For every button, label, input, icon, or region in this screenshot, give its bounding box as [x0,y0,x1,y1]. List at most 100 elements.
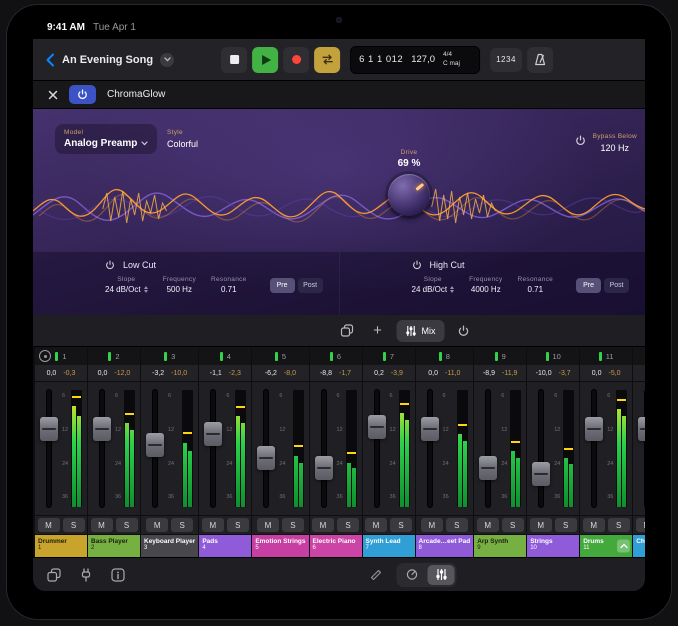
mute-button[interactable]: M [636,518,645,532]
track-name-tile[interactable]: Chorus V [633,535,645,557]
strip-values[interactable]: 0,0 -11,0 [416,365,474,382]
mute-button[interactable]: M [202,518,224,532]
solo-button[interactable]: S [390,518,412,532]
low-cut-post-button[interactable]: Post [298,278,323,293]
strip-values[interactable]: -8,8 -1,7 [310,365,362,382]
solo-button[interactable]: S [502,518,524,532]
count-in-button[interactable]: 1234 [490,48,522,72]
high-cut-post-button[interactable]: Post [604,278,629,293]
back-icon[interactable] [45,53,55,67]
mute-button[interactable]: M [146,518,168,532]
style-selector[interactable]: Style Colorful [167,129,198,149]
mute-button[interactable]: M [477,518,499,532]
duplicate-button[interactable] [335,320,359,342]
mixer-view-button[interactable] [428,565,455,585]
solo-button[interactable]: S [337,518,359,532]
track-name-tile[interactable]: Drummer 1 [35,535,87,557]
bypass-power-icon[interactable] [575,135,586,146]
low-cut-resonance[interactable]: Resonance 0.71 [211,276,247,294]
fader-cap[interactable] [532,462,550,486]
track-name-tile[interactable]: Synth Lead 7 [363,535,415,557]
low-cut-pre-button[interactable]: Pre [270,278,295,293]
strip-values[interactable]: -1,1 -2,3 [199,365,251,382]
fader-cap[interactable] [368,415,386,439]
mute-button[interactable]: M [583,518,605,532]
high-cut-resonance[interactable]: Resonance 0.71 [518,276,554,294]
cycle-button[interactable] [314,47,340,73]
low-cut-frequency[interactable]: Frequency 500 Hz [163,276,196,294]
strip-values[interactable]: 0,0 -12,0 [88,365,140,382]
strip-values[interactable]: 0,0 [633,365,645,382]
model-selector[interactable]: Model Analog Preamp [55,124,157,154]
fader-cap[interactable] [93,417,111,441]
high-cut-slope[interactable]: Slope 24 dB/Oct [412,276,455,294]
track-name-tile[interactable]: Arcade…eet Pad 8 [416,535,474,557]
solo-button[interactable]: S [446,518,468,532]
strip-values[interactable]: 0,2 -3,9 [363,365,415,382]
track-name-tile[interactable]: Emotion Strings 5 [252,535,308,557]
fader-cap[interactable] [421,417,439,441]
strip-values[interactable]: -10,0 -3,7 [527,365,579,382]
fader-cap[interactable] [315,456,333,480]
mute-button[interactable]: M [421,518,443,532]
solo-button[interactable]: S [116,518,138,532]
song-menu-chevron-icon[interactable] [160,53,174,67]
bypass-below-value[interactable]: 120 Hz [593,143,637,153]
solo-button[interactable]: S [555,518,577,532]
plugin-power-button[interactable] [69,85,96,104]
mixer-ruler-icon[interactable] [39,350,51,362]
metronome-button[interactable] [527,47,553,73]
solo-button[interactable]: S [227,518,249,532]
mixer-power-button[interactable] [452,320,476,342]
record-button[interactable] [283,47,309,73]
mute-button[interactable]: M [38,518,60,532]
track-name-tile[interactable]: Drums 11 [580,535,632,557]
strip-values[interactable]: -3,2 -10,0 [141,365,198,382]
track-name-tile[interactable]: Pads 4 [199,535,251,557]
low-cut-power-button[interactable] [105,260,115,270]
high-cut-frequency[interactable]: Frequency 4000 Hz [469,276,502,294]
plugins-icon[interactable] [76,565,96,585]
fader-cap[interactable] [40,417,58,441]
edit-pencil-icon[interactable] [366,565,386,585]
mute-button[interactable]: M [91,518,113,532]
fader-cap[interactable] [146,433,164,457]
high-cut-pre-button[interactable]: Pre [576,278,601,293]
add-track-button[interactable]: + [366,320,390,342]
track-name-tile[interactable]: Bass Player 2 [88,535,140,557]
fader-cap[interactable] [638,417,645,441]
song-title[interactable]: An Evening Song [62,54,153,66]
collapse-chevron-button[interactable] [617,540,630,553]
fader-cap[interactable] [204,422,222,446]
low-cut-slope[interactable]: Slope 24 dB/Oct [105,276,148,294]
browser-icon[interactable] [44,565,64,585]
play-button[interactable] [252,47,278,73]
solo-button[interactable]: S [171,518,193,532]
strip-values[interactable]: 0,0 -5,0 [580,365,632,382]
drive-knob[interactable] [388,174,430,216]
solo-button[interactable]: S [63,518,85,532]
lcd-display[interactable]: 6 1 1 012 127,0 4/4 C maj [350,46,480,74]
fader-cap[interactable] [257,446,275,470]
track-name-tile[interactable]: Keyboard Player 3 [141,535,198,557]
mute-button[interactable]: M [365,518,387,532]
mute-button[interactable]: M [530,518,552,532]
stop-button[interactable] [221,47,247,73]
strip-values[interactable]: -6,2 -8,0 [252,365,308,382]
fader-cap[interactable] [585,417,603,441]
mute-button[interactable]: M [257,518,279,532]
strip-values[interactable]: 0,0 -0,3 [35,365,87,382]
track-name-tile[interactable]: Arp Synth 9 [474,535,526,557]
strip-values[interactable]: -8,9 -11,9 [474,365,526,382]
track-name-tile[interactable]: Strings 10 [527,535,579,557]
track-name-tile[interactable]: Electric Piano 6 [310,535,362,557]
controls-view-button[interactable] [399,565,426,585]
close-plugin-button[interactable] [48,90,58,100]
solo-button[interactable]: S [608,518,630,532]
mute-button[interactable]: M [312,518,334,532]
high-cut-power-button[interactable] [412,260,422,270]
fader-cap[interactable] [479,456,497,480]
solo-button[interactable]: S [282,518,304,532]
info-icon[interactable] [108,565,128,585]
mix-button[interactable]: Mix [397,320,445,342]
